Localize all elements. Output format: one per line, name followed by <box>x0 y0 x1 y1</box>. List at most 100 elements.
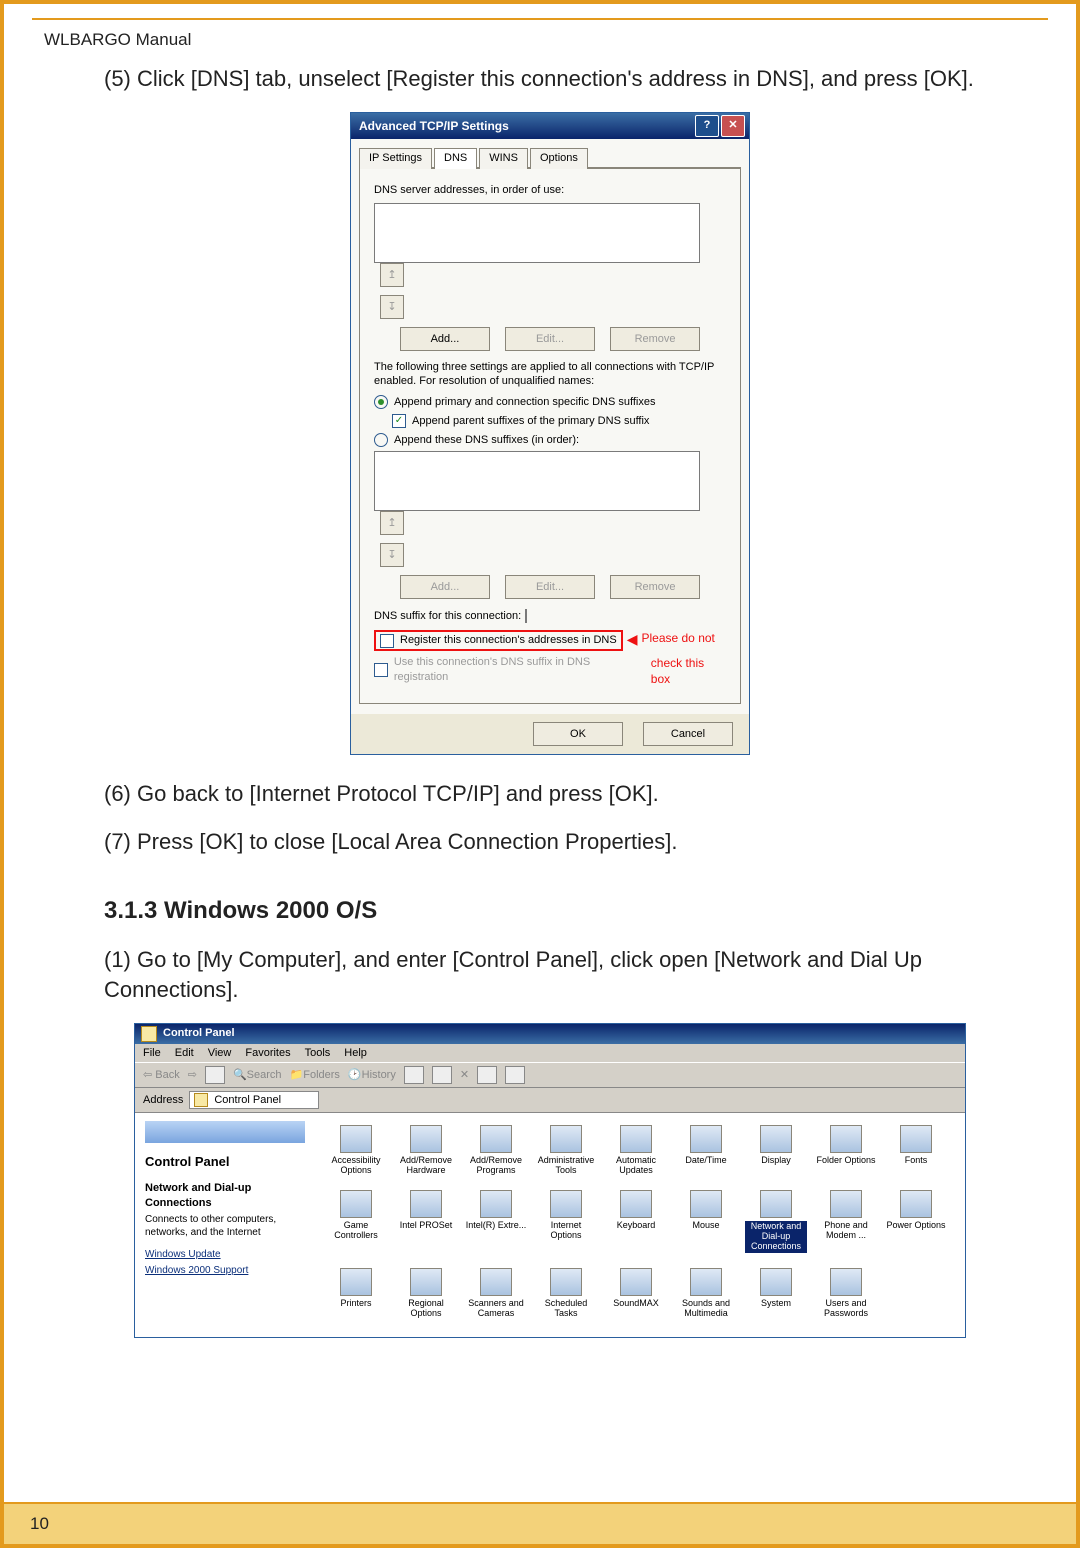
menu-edit[interactable]: Edit <box>175 1046 194 1061</box>
cp-item[interactable]: Phone and Modem ... <box>815 1190 877 1254</box>
add-button-2[interactable]: Add... <box>400 575 490 599</box>
move-down-button-2[interactable]: ↧ <box>380 543 404 567</box>
cp-item[interactable]: Scheduled Tasks <box>535 1268 597 1319</box>
cp-item[interactable]: System <box>745 1268 807 1319</box>
xp-title: Advanced TCP/IP Settings <box>359 118 693 134</box>
cp-item[interactable]: Date/Time <box>675 1125 737 1176</box>
section-3-1-3: 3.1.3 Windows 2000 O/S <box>104 895 996 927</box>
toolbar-icon-2[interactable] <box>432 1066 452 1084</box>
cp-item[interactable]: Power Options <box>885 1190 947 1254</box>
back-button[interactable]: ⇦ Back <box>143 1068 180 1083</box>
cp-item[interactable]: Regional Options <box>395 1268 457 1319</box>
cp-item[interactable]: Printers <box>325 1268 387 1319</box>
cp-item[interactable]: Scanners and Cameras <box>465 1268 527 1319</box>
cp-item-icon <box>830 1125 862 1153</box>
cp-item-icon <box>830 1268 862 1296</box>
edit-button-1[interactable]: Edit... <box>505 327 595 351</box>
cancel-button[interactable]: Cancel <box>643 722 733 746</box>
move-up-button-2[interactable]: ↥ <box>380 511 404 535</box>
cp-item[interactable]: Internet Options <box>535 1190 597 1254</box>
cp-item[interactable]: Fonts <box>885 1125 947 1176</box>
cp-item-label: Add/Remove Programs <box>465 1156 527 1176</box>
check-register-dns[interactable]: Register this connection's addresses in … <box>380 633 617 648</box>
cp-item[interactable]: Administrative Tools <box>535 1125 597 1176</box>
tab-ip-settings[interactable]: IP Settings <box>359 148 432 169</box>
cp-item-label: System <box>745 1299 807 1309</box>
cp-item[interactable]: Add/Remove Programs <box>465 1125 527 1176</box>
tab-options[interactable]: Options <box>530 148 588 169</box>
cp-item[interactable]: Add/Remove Hardware <box>395 1125 457 1176</box>
xp-titlebar[interactable]: Advanced TCP/IP Settings ? ✕ <box>351 113 749 139</box>
cp-side-pane: Control Panel Network and Dial-up Connec… <box>135 1113 315 1336</box>
cp-item-icon <box>690 1125 722 1153</box>
cp-item[interactable]: Automatic Updates <box>605 1125 667 1176</box>
menu-view[interactable]: View <box>208 1046 232 1061</box>
check-append-parent[interactable]: ✓ Append parent suffixes of the primary … <box>392 414 726 429</box>
cp-item[interactable]: Display <box>745 1125 807 1176</box>
cp-item-label: Regional Options <box>395 1299 457 1319</box>
cp-side-item-desc: Connects to other computers, networks, a… <box>145 1213 305 1240</box>
help-button[interactable]: ? <box>695 115 719 137</box>
menu-help[interactable]: Help <box>344 1046 367 1061</box>
radio-append-primary[interactable]: Append primary and connection specific D… <box>374 395 726 410</box>
dns-suffix-list[interactable] <box>374 451 700 511</box>
radio-append-these[interactable]: Append these DNS suffixes (in order): <box>374 433 726 448</box>
dns-addr-label: DNS server addresses, in order of use: <box>374 183 726 198</box>
cp-item[interactable]: Users and Passwords <box>815 1268 877 1319</box>
cp-item[interactable]: Sounds and Multimedia <box>675 1268 737 1319</box>
cp-item[interactable]: Network and Dial-up Connections <box>745 1190 807 1254</box>
move-down-button[interactable]: ↧ <box>380 295 404 319</box>
toolbar-views-icon[interactable] <box>505 1066 525 1084</box>
cp-item-label: Mouse <box>675 1221 737 1231</box>
cp-item-icon <box>410 1125 442 1153</box>
cp-item-label: Intel PROSet <box>395 1221 457 1231</box>
cp-item-label: Administrative Tools <box>535 1156 597 1176</box>
forward-button[interactable]: ⇨ <box>188 1068 197 1083</box>
edit-button-2[interactable]: Edit... <box>505 575 595 599</box>
cp-item[interactable]: Keyboard <box>605 1190 667 1254</box>
folders-button[interactable]: 📁Folders <box>290 1068 340 1083</box>
dns-address-list[interactable] <box>374 203 700 263</box>
remove-button-2[interactable]: Remove <box>610 575 700 599</box>
cp-item[interactable]: SoundMAX <box>605 1268 667 1319</box>
suffix-input[interactable] <box>525 609 527 623</box>
cp-item-icon <box>550 1268 582 1296</box>
tab-dns[interactable]: DNS <box>434 148 477 169</box>
cp-item[interactable]: Mouse <box>675 1190 737 1254</box>
close-button[interactable]: ✕ <box>721 115 745 137</box>
toolbar-icon-1[interactable] <box>404 1066 424 1084</box>
cp-item-label: Display <box>745 1156 807 1166</box>
link-win2000-support[interactable]: Windows 2000 Support <box>145 1264 305 1278</box>
menu-file[interactable]: File <box>143 1046 161 1061</box>
address-input[interactable]: Control Panel <box>189 1091 319 1109</box>
cp-item[interactable]: Game Controllers <box>325 1190 387 1254</box>
cp-toolbar: ⇦ Back ⇨ 🔍Search 📁Folders 🕑History ✕ <box>135 1062 965 1088</box>
cp-item[interactable]: Folder Options <box>815 1125 877 1176</box>
radio1-label: Append primary and connection specific D… <box>394 395 656 410</box>
remove-button-1[interactable]: Remove <box>610 327 700 351</box>
search-button[interactable]: 🔍Search <box>233 1068 282 1083</box>
cp-item-label: Game Controllers <box>325 1221 387 1241</box>
move-up-button[interactable]: ↥ <box>380 263 404 287</box>
link-windows-update[interactable]: Windows Update <box>145 1248 305 1262</box>
cp-banner <box>145 1121 305 1143</box>
up-icon[interactable] <box>205 1066 225 1084</box>
radio2-label: Append these DNS suffixes (in order): <box>394 433 579 448</box>
toolbar-icon-3[interactable] <box>477 1066 497 1084</box>
tab-wins[interactable]: WINS <box>479 148 528 169</box>
cp-item[interactable]: Intel(R) Extre... <box>465 1190 527 1254</box>
ok-button[interactable]: OK <box>533 722 623 746</box>
cp-item-label: Sounds and Multimedia <box>675 1299 737 1319</box>
cp-titlebar[interactable]: Control Panel <box>135 1024 965 1044</box>
menu-tools[interactable]: Tools <box>305 1046 331 1061</box>
toolbar-delete-icon[interactable]: ✕ <box>460 1068 469 1083</box>
menu-favorites[interactable]: Favorites <box>245 1046 290 1061</box>
cp-item[interactable]: Intel PROSet <box>395 1190 457 1254</box>
check-use-suffix[interactable]: Use this connection's DNS suffix in DNS … <box>374 655 645 685</box>
cp-item[interactable]: Accessibility Options <box>325 1125 387 1176</box>
history-button[interactable]: 🕑History <box>348 1068 396 1083</box>
cp-item-label: SoundMAX <box>605 1299 667 1309</box>
checkbox-empty-icon <box>380 634 394 648</box>
cp-item-icon <box>480 1190 512 1218</box>
add-button-1[interactable]: Add... <box>400 327 490 351</box>
